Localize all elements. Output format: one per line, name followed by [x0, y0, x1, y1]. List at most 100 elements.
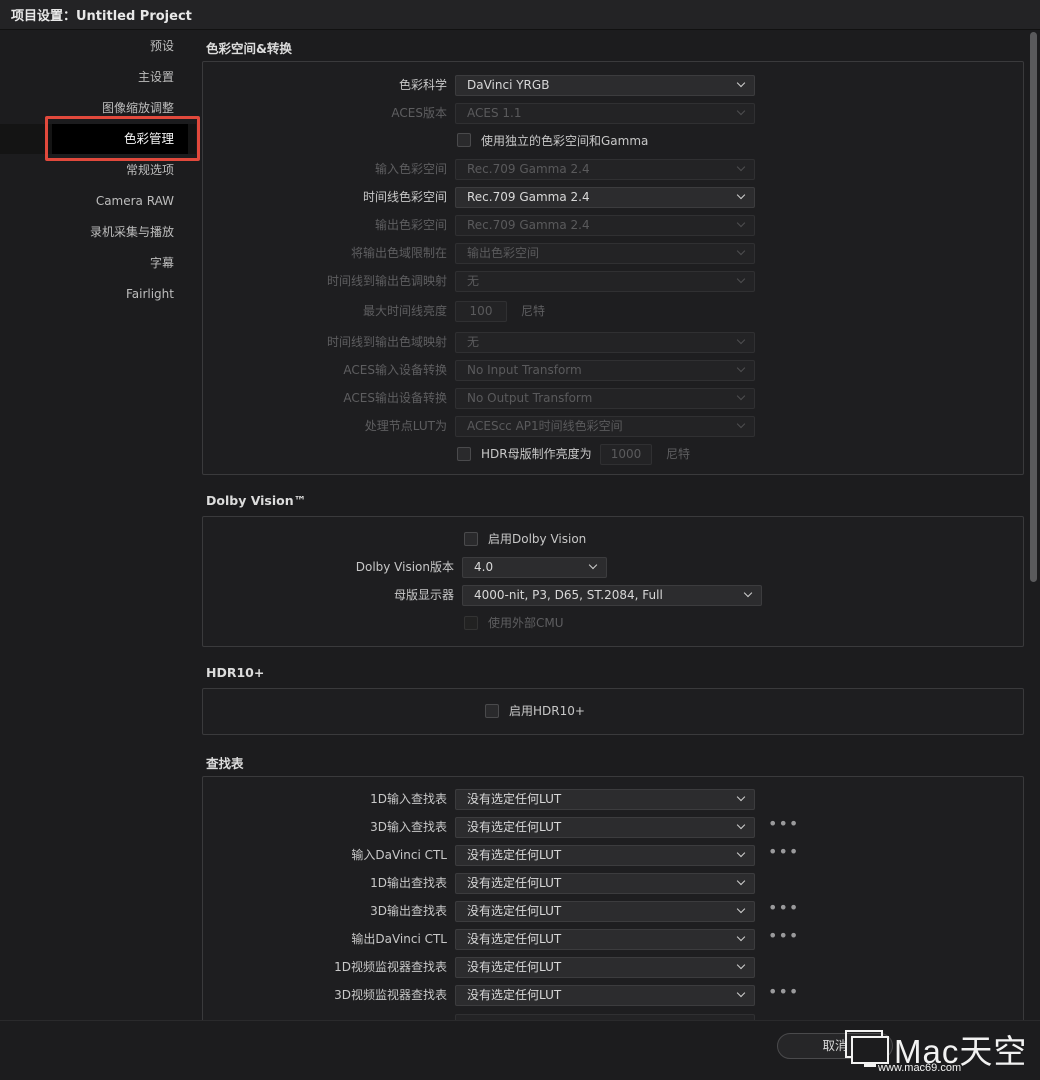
- lut-select[interactable]: 没有选定任何LUT: [455, 929, 755, 950]
- select-value: DaVinci YRGB: [467, 78, 550, 92]
- lut-select[interactable]: 没有选定任何LUT: [455, 957, 755, 978]
- sidebar-item-general-options[interactable]: 常规选项: [126, 159, 174, 181]
- field-label: 色彩科学: [398, 78, 447, 92]
- chevron-down-icon: [736, 848, 746, 858]
- sidebar-item-capture-playback[interactable]: 录机采集与播放: [90, 221, 174, 243]
- chevron-down-icon: [736, 335, 746, 345]
- row-limit-gamut: 将输出色域限制在 输出色彩空间: [203, 242, 1023, 264]
- input-color-space-select: Rec.709 Gamma 2.4: [455, 159, 755, 180]
- row-lut-clipped: [203, 1013, 1023, 1020]
- more-options-icon[interactable]: •••: [768, 900, 798, 917]
- enable-hdr10-checkbox[interactable]: [485, 704, 499, 718]
- dolby-version-select[interactable]: 4.0: [462, 557, 607, 578]
- chevron-down-icon: [736, 246, 746, 256]
- select-value: Rec.709 Gamma 2.4: [467, 190, 590, 204]
- enable-dolby-checkbox[interactable]: [464, 532, 478, 546]
- dolby-vision-panel: 启用Dolby Vision Dolby Vision版本 4.0 母版显示器 …: [202, 516, 1024, 647]
- field-label: 输出DaVinci CTL: [351, 932, 447, 946]
- field-label: 1D输入查找表: [370, 792, 447, 806]
- field-label: 1D视频监视器查找表: [334, 960, 447, 974]
- chevron-down-icon: [736, 274, 746, 284]
- row-color-science: 色彩科学 DaVinci YRGB: [203, 74, 1023, 96]
- row-enable-hdr10: 启用HDR10+: [203, 700, 1023, 722]
- checkbox-label: 启用Dolby Vision: [488, 532, 587, 546]
- sidebar-item-camera-raw[interactable]: Camera RAW: [96, 190, 174, 212]
- lut-select[interactable]: 没有选定任何LUT: [455, 789, 755, 810]
- separate-gamma-checkbox[interactable]: [457, 133, 471, 147]
- field-label: ACES输入设备转换: [343, 363, 447, 377]
- select-value: 没有选定任何LUT: [467, 876, 562, 890]
- select-value: 输出色彩空间: [467, 246, 540, 260]
- select-value: No Output Transform: [467, 391, 593, 405]
- field-label: 输出色彩空间: [374, 218, 447, 232]
- row-tone-mapping: 时间线到输出色调映射 无: [203, 270, 1023, 292]
- select-value: 没有选定任何LUT: [467, 960, 562, 974]
- lut-select[interactable]: 没有选定任何LUT: [455, 873, 755, 894]
- external-cmu-checkbox: [464, 616, 478, 630]
- lut-row: 1D输入查找表 没有选定任何LUT: [203, 788, 1023, 810]
- section-title-dolby-vision: Dolby Vision™: [206, 493, 307, 508]
- select-value: 无: [467, 335, 480, 349]
- field-label: 将输出色域限制在: [350, 246, 447, 260]
- sidebar-item-subtitles[interactable]: 字幕: [150, 252, 174, 274]
- timeline-color-space-select[interactable]: Rec.709 Gamma 2.4: [455, 187, 755, 208]
- row-aces-version: ACES版本 ACES 1.1: [203, 102, 1023, 124]
- output-color-space-select: Rec.709 Gamma 2.4: [455, 215, 755, 236]
- sidebar-item-presets[interactable]: 预设: [150, 35, 174, 57]
- row-mastering-display: 母版显示器 4000-nit, P3, D65, ST.2084, Full: [203, 584, 1023, 606]
- chevron-down-icon: [736, 904, 746, 914]
- chevron-down-icon: [736, 988, 746, 998]
- section-title-color-space: 色彩空间&转换: [206, 41, 292, 56]
- checkbox-label: HDR母版制作亮度为: [481, 447, 592, 461]
- field-label: 1D输出查找表: [370, 876, 447, 890]
- select-value: 没有选定任何LUT: [467, 848, 562, 862]
- checkbox-label: 启用HDR10+: [509, 704, 585, 718]
- more-options-icon[interactable]: •••: [768, 984, 798, 1001]
- chevron-down-icon: [736, 78, 746, 88]
- row-hdr-mastering: HDR母版制作亮度为 1000 尼特: [203, 443, 1023, 465]
- lut-select[interactable]: 没有选定任何LUT: [455, 901, 755, 922]
- watermark-url: www.mac69.com: [878, 1062, 962, 1074]
- field-label: ACES输出设备转换: [343, 391, 447, 405]
- select-value: ACES 1.1: [467, 106, 522, 120]
- mastering-display-select[interactable]: 4000-nit, P3, D65, ST.2084, Full: [462, 585, 762, 606]
- lut-select[interactable]: 没有选定任何LUT: [455, 985, 755, 1006]
- window-title: 项目设置：Untitled Project: [0, 0, 1040, 30]
- chevron-down-icon: [736, 419, 746, 429]
- sidebar-item-fairlight[interactable]: Fairlight: [126, 283, 174, 305]
- more-options-icon[interactable]: •••: [768, 844, 798, 861]
- select-value: No Input Transform: [467, 363, 582, 377]
- chevron-down-icon: [736, 218, 746, 228]
- field-label: 处理节点LUT为: [364, 419, 447, 433]
- watermark-logo: Mac天空 www.mac69.com: [844, 1025, 1036, 1077]
- limit-gamut-select: 输出色彩空间: [455, 243, 755, 264]
- lut-select[interactable]: 没有选定任何LUT: [455, 817, 755, 838]
- unit-label: 尼特: [666, 447, 691, 461]
- field-label: 最大时间线亮度: [362, 304, 447, 318]
- highlight-annotation-box: [45, 116, 200, 161]
- lut-panel: 1D输入查找表 没有选定任何LUT 3D输入查找表 没有选定任何LUT ••• 输入DaV…: [202, 776, 1024, 1020]
- chevron-down-icon: [736, 792, 746, 802]
- field-label: 3D输入查找表: [370, 820, 447, 834]
- row-gamut-mapping: 时间线到输出色域映射 无: [203, 331, 1023, 353]
- settings-content: 色彩空间&转换 色彩科学 DaVinci YRGB ACES版本 ACES 1.…: [196, 30, 1030, 1020]
- more-options-icon[interactable]: •••: [768, 816, 798, 833]
- lut-row: 1D视频监视器查找表 没有选定任何LUT: [203, 956, 1023, 978]
- row-process-lut: 处理节点LUT为 ACEScc AP1时间线色彩空间: [203, 415, 1023, 437]
- lut-select[interactable]: 没有选定任何LUT: [455, 845, 755, 866]
- field-label: 3D输出查找表: [370, 904, 447, 918]
- lut-row: 1D输出查找表 没有选定任何LUT: [203, 872, 1023, 894]
- field-label: 输入色彩空间: [374, 162, 447, 176]
- scrollbar-thumb[interactable]: [1030, 32, 1037, 582]
- section-title-lut: 查找表: [206, 756, 244, 771]
- chevron-down-icon: [736, 820, 746, 830]
- max-luminance-input: 100: [455, 301, 507, 322]
- chevron-down-icon: [736, 960, 746, 970]
- more-options-icon[interactable]: •••: [768, 928, 798, 945]
- hdr-mastering-checkbox[interactable]: [457, 447, 471, 461]
- color-science-select[interactable]: DaVinci YRGB: [455, 75, 755, 96]
- lut-row: 3D输出查找表 没有选定任何LUT •••: [203, 900, 1023, 922]
- sidebar-item-master-settings[interactable]: 主设置: [138, 66, 174, 88]
- select-value: Rec.709 Gamma 2.4: [467, 218, 590, 232]
- process-lut-select: ACEScc AP1时间线色彩空间: [455, 416, 755, 437]
